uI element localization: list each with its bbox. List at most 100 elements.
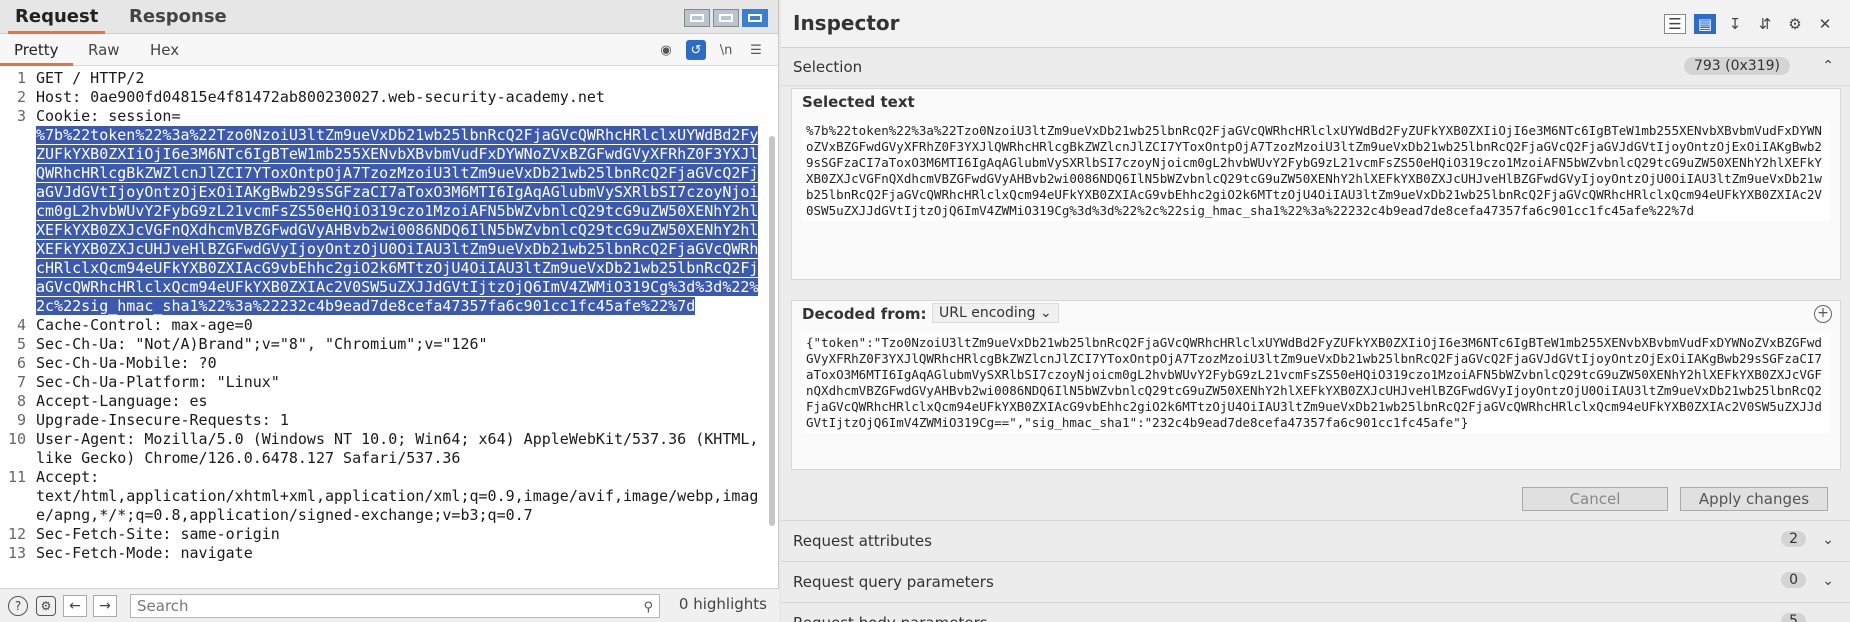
request-line[interactable]: Sec-Ch-Ua-Platform: "Linux": [36, 373, 766, 392]
request-line-text: User-Agent: Mozilla/5.0 (Windows NT 10.0…: [36, 430, 768, 467]
apply-changes-button[interactable]: Apply changes: [1680, 487, 1828, 511]
request-line[interactable]: Sec-Ch-Ua-Mobile: ?0: [36, 354, 766, 373]
search-footer: ? ⚙ ← → Search ⚲ 0 highlights: [0, 588, 779, 622]
line-number: 13: [7, 544, 26, 562]
next-arrow-icon[interactable]: →: [93, 595, 117, 617]
section-count-badge: 0: [1781, 572, 1806, 588]
section-label: Request attributes: [793, 532, 932, 550]
selection-section-header[interactable]: Selection 793 (0x319) ⌃: [781, 48, 1850, 86]
request-line-text: Host: 0ae900fd04815e4f81472ab800230027.w…: [36, 88, 605, 106]
request-line-text: Sec-Fetch-Site: same-origin: [36, 525, 280, 543]
line-number: 6: [16, 354, 26, 372]
layout-stacked-icon[interactable]: [713, 9, 739, 27]
highlights-count: 0 highlights: [678, 595, 767, 613]
layout-side-by-side-icon[interactable]: [684, 9, 710, 27]
line-number: 9: [16, 411, 26, 429]
inspector-layout-list-icon[interactable]: ☰: [1664, 14, 1686, 34]
gear-icon[interactable]: ⚙: [36, 596, 56, 616]
req-resp-tabbar: Request Response: [0, 0, 778, 34]
request-line-text: Cache-Control: max-age=0: [36, 316, 253, 334]
chevron-down-icon[interactable]: ⌄: [1822, 614, 1834, 622]
line-number: 5: [16, 335, 26, 353]
request-line[interactable]: User-Agent: Mozilla/5.0 (Windows NT 10.0…: [36, 430, 766, 468]
prev-arrow-icon[interactable]: ←: [63, 595, 87, 617]
tab-hex[interactable]: Hex: [136, 34, 193, 66]
selected-cookie-value[interactable]: %7b%22token%22%3a%22Tzo0NzoiU3ltZm9ueVxD…: [36, 126, 759, 315]
request-line-text: Accept: text/html,application/xhtml+xml,…: [36, 468, 759, 524]
newline-icon[interactable]: \n: [716, 40, 736, 60]
menu-icon[interactable]: ☰: [746, 40, 766, 60]
expand-all-icon[interactable]: ⇵: [1754, 14, 1776, 34]
request-line[interactable]: Upgrade-Insecure-Requests: 1: [36, 411, 766, 430]
add-decoding-icon[interactable]: +: [1814, 305, 1832, 323]
request-line[interactable]: Sec-Ch-Ua: "Not/A)Brand";v="8", "Chromiu…: [36, 335, 766, 354]
editor-scrollbar[interactable]: [769, 136, 775, 526]
tab-raw[interactable]: Raw: [74, 34, 134, 66]
selected-text-panel: Selected text %7b%22token%22%3a%22Tzo0Nz…: [791, 88, 1841, 280]
chevron-down-icon[interactable]: ⌄: [1822, 573, 1834, 589]
request-line-text: Sec-Ch-Ua-Platform: "Linux": [36, 373, 280, 391]
section-count-badge: 2: [1781, 531, 1806, 547]
request-line-text: Upgrade-Insecure-Requests: 1: [36, 411, 289, 429]
decoded-from-title: Decoded from:: [802, 305, 927, 323]
cancel-button[interactable]: Cancel: [1522, 487, 1668, 511]
request-line[interactable]: Cookie: session= %7b%22token%22%3a%22Tzo0…: [36, 107, 766, 316]
line-number: 3: [16, 107, 26, 125]
request-line-text: Cookie: session=: [36, 107, 181, 125]
selected-text-title: Selected text: [802, 93, 915, 111]
decoded-text-value[interactable]: {"token":"Tzo0NzoiU3ltZm9ueVxDb21wb25lbn…: [802, 333, 1830, 433]
request-line[interactable]: Accept-Language: es: [36, 392, 766, 411]
hide-nonprintable-icon[interactable]: ◉: [656, 40, 676, 60]
collapse-all-icon[interactable]: ↧: [1724, 14, 1746, 34]
section-request-body-parameters[interactable]: Request body parameters 5 ⌄: [781, 602, 1850, 622]
view-mode-tabbar: Pretty Raw Hex ◉ ↺ \n ☰: [0, 34, 778, 66]
inspector-header: Inspector ☰ ▤ ↧ ⇵ ⚙ ✕: [781, 0, 1850, 48]
search-icon: ⚲: [643, 600, 653, 615]
close-icon[interactable]: ✕: [1814, 14, 1836, 34]
section-label: Request body parameters: [793, 614, 988, 622]
request-line-text: Sec-Ch-Ua-Mobile: ?0: [36, 354, 217, 372]
request-line[interactable]: Sec-Fetch-Mode: navigate: [36, 544, 766, 563]
request-editor[interactable]: 1 2 3 4 5 6 7 8 9 10 11 12 13 GET / HTTP/2 Host: 0ae9…: [0, 66, 779, 584]
line-number: 4: [16, 316, 26, 334]
layout-toggle-group: [684, 9, 768, 27]
selection-label: Selection: [793, 58, 863, 76]
request-line[interactable]: GET / HTTP/2: [36, 69, 766, 88]
layout-single-icon[interactable]: [742, 9, 768, 27]
selected-text-value[interactable]: %7b%22token%22%3a%22Tzo0NzoiU3ltZm9ueVxD…: [802, 121, 1830, 221]
inspector-toolbar: ☰ ▤ ↧ ⇵ ⚙ ✕: [1664, 14, 1836, 34]
settings-icon[interactable]: ⚙: [1784, 14, 1806, 34]
decoded-panel: Decoded from: URL encoding ⌄ + {"token":…: [791, 300, 1841, 470]
tab-response[interactable]: Response: [121, 0, 235, 34]
tab-request[interactable]: Request: [8, 0, 106, 34]
chevron-up-icon[interactable]: ⌃: [1822, 58, 1834, 74]
request-line-text: Sec-Ch-Ua: "Not/A)Brand";v="8", "Chromiu…: [36, 335, 488, 353]
search-input[interactable]: Search ⚲: [130, 594, 660, 618]
request-line[interactable]: Sec-Fetch-Site: same-origin: [36, 525, 766, 544]
editor-toolbar: ◉ ↺ \n ☰: [656, 40, 766, 60]
request-line-text: GET / HTTP/2: [36, 69, 145, 87]
inspector-title: Inspector: [793, 11, 900, 35]
section-request-query-parameters[interactable]: Request query parameters 0 ⌄: [781, 561, 1850, 602]
line-number: 2: [16, 88, 26, 106]
request-line[interactable]: Accept: text/html,application/xhtml+xml,…: [36, 468, 766, 525]
line-gutter: 1 2 3 4 5 6 7 8 9 10 11 12 13: [0, 69, 30, 563]
section-count-badge: 5: [1781, 613, 1806, 622]
section-request-attributes[interactable]: Request attributes 2 ⌄: [781, 520, 1850, 561]
help-icon[interactable]: ?: [8, 596, 28, 616]
chevron-down-icon[interactable]: ⌄: [1822, 532, 1834, 548]
request-line[interactable]: Cache-Control: max-age=0: [36, 316, 766, 335]
line-number: 7: [16, 373, 26, 391]
tab-pretty[interactable]: Pretty: [0, 34, 73, 66]
request-line[interactable]: Host: 0ae900fd04815e4f81472ab800230027.w…: [36, 88, 766, 107]
wrap-lines-icon[interactable]: ↺: [686, 40, 706, 60]
chevron-down-icon: ⌄: [1039, 305, 1052, 321]
encoding-select-value: URL encoding: [939, 305, 1036, 321]
encoding-select[interactable]: URL encoding ⌄: [932, 303, 1059, 323]
request-line-text: Sec-Fetch-Mode: navigate: [36, 544, 253, 562]
request-code[interactable]: GET / HTTP/2 Host: 0ae900fd04815e4f81472a…: [36, 69, 766, 563]
line-number: 11: [7, 468, 26, 486]
section-label: Request query parameters: [793, 573, 994, 591]
line-number: 8: [16, 392, 26, 410]
inspector-layout-panel-icon[interactable]: ▤: [1694, 14, 1716, 34]
